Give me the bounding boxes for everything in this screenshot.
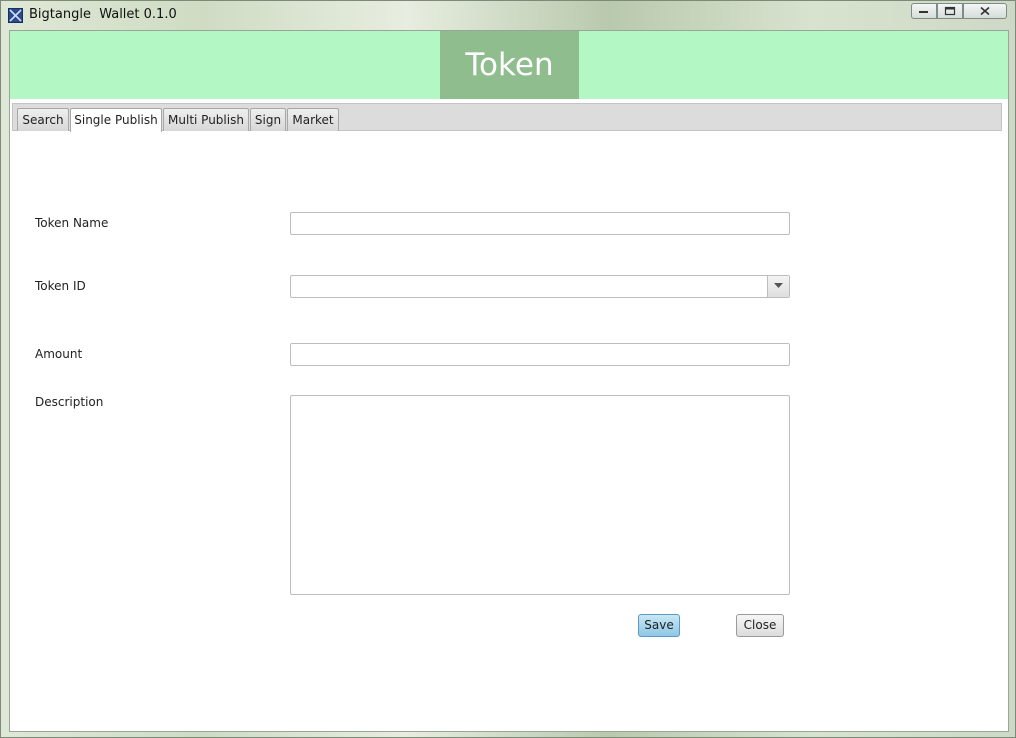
- close-icon: [980, 6, 990, 16]
- window-controls: [911, 3, 1007, 19]
- window-title: Bigtangle Wallet 0.1.0: [29, 7, 177, 22]
- app-x-icon: [8, 8, 23, 23]
- maximize-button[interactable]: [937, 3, 963, 19]
- token-name-input[interactable]: [290, 212, 790, 235]
- save-button[interactable]: Save: [638, 614, 680, 637]
- tab-multi-publish[interactable]: Multi Publish: [163, 108, 249, 131]
- token-id-combobox[interactable]: [290, 275, 790, 298]
- description-label: Description: [35, 395, 104, 409]
- close-button[interactable]: Close: [736, 614, 784, 637]
- tab-sign[interactable]: Sign: [250, 108, 286, 131]
- amount-label: Amount: [35, 347, 83, 361]
- description-textarea[interactable]: [290, 395, 790, 595]
- app-window: Bigtangle Wallet 0.1.0 Token Search Sing…: [0, 0, 1016, 738]
- minimize-icon: [919, 11, 928, 13]
- page-title: Token: [440, 31, 579, 99]
- token-name-label: Token Name: [35, 216, 109, 230]
- minimize-button[interactable]: [911, 3, 937, 19]
- title-bar[interactable]: Bigtangle Wallet 0.1.0: [1, 1, 1015, 29]
- client-area: Token Search Single Publish Multi Publis…: [9, 30, 1009, 732]
- token-id-label: Token ID: [35, 279, 86, 293]
- amount-input[interactable]: [290, 343, 790, 366]
- combo-dropdown-button[interactable]: [767, 276, 789, 297]
- maximize-icon: [944, 6, 956, 16]
- tab-market[interactable]: Market: [287, 108, 339, 131]
- close-window-button[interactable]: [963, 3, 1007, 19]
- tab-bar: Search Single Publish Multi Publish Sign…: [12, 103, 1002, 132]
- tab-single-publish[interactable]: Single Publish: [70, 108, 162, 132]
- chevron-down-icon: [774, 283, 783, 288]
- tab-search[interactable]: Search: [17, 108, 69, 131]
- header-band: Token: [10, 31, 1008, 99]
